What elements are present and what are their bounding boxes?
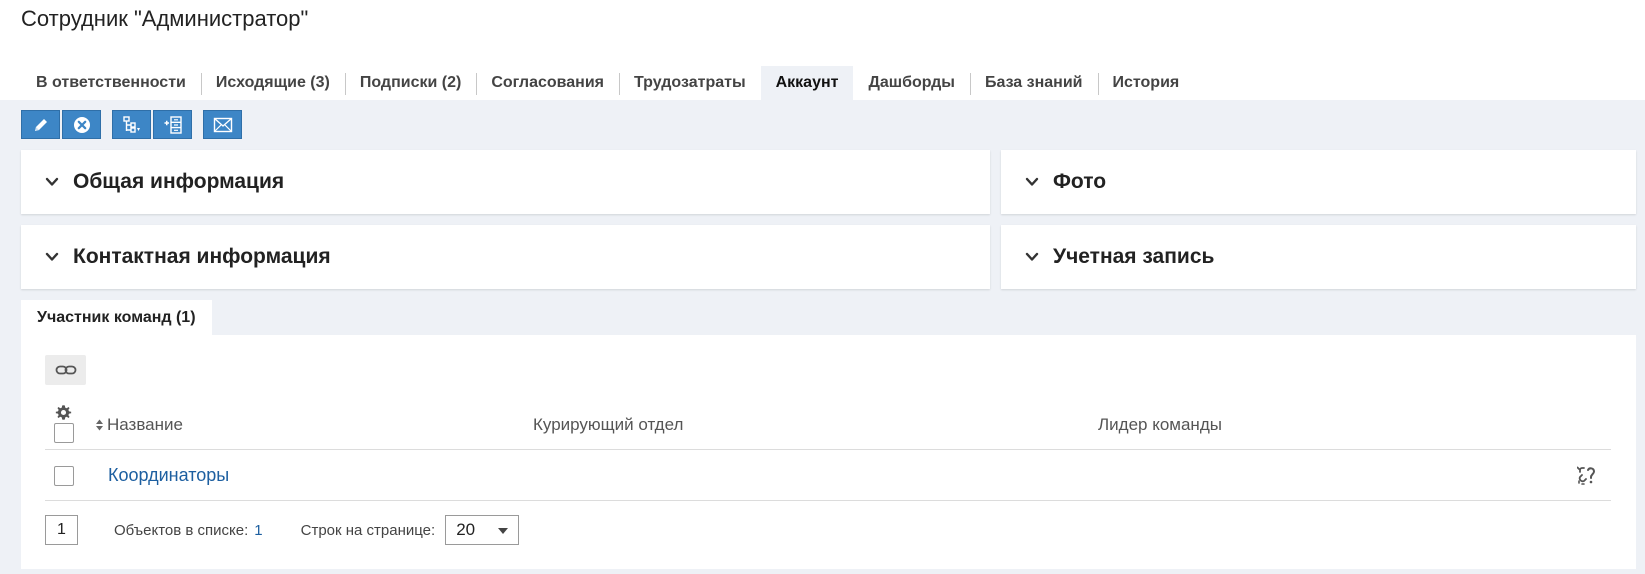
rows-per-page-value: 20 <box>456 520 476 539</box>
table-row: Координаторы <box>45 451 1611 501</box>
row-name-link[interactable]: Координаторы <box>108 465 229 486</box>
mail-icon <box>213 117 232 132</box>
hierarchy-icon <box>122 115 140 133</box>
unlink-icon[interactable] <box>1577 466 1597 486</box>
mail-button-group <box>203 110 242 139</box>
link-button[interactable] <box>45 355 86 385</box>
column-header-name[interactable]: Название <box>95 415 183 435</box>
tab-responsibility[interactable]: В ответственности <box>21 66 201 100</box>
rows-per-page-label: Строк на странице: <box>300 521 436 539</box>
link-icon <box>55 365 76 375</box>
panel-title: Контактная информация <box>73 245 331 268</box>
tab-approvals[interactable]: Согласования <box>476 66 619 100</box>
panel-title: Учетная запись <box>1053 245 1215 268</box>
team-list: Название Курирующий отдел Лидер команды … <box>21 335 1636 569</box>
tab-knowledge-base[interactable]: База знаний <box>969 66 1098 100</box>
page-title: Сотрудник "Администратор" <box>21 6 309 31</box>
page-number[interactable]: 1 <box>45 515 78 545</box>
panel-title: Фото <box>1053 170 1107 193</box>
tab-team-member[interactable]: Участник команд (1) <box>21 300 212 335</box>
sort-icon <box>96 419 103 431</box>
add-to-list-icon <box>164 115 182 134</box>
panel-title: Общая информация <box>73 170 285 193</box>
objects-count-value: 1 <box>254 521 263 539</box>
rows-per-page-select[interactable]: 20 <box>445 515 520 545</box>
cancel-icon <box>73 116 90 133</box>
cancel-button[interactable] <box>62 110 101 139</box>
panel-photo[interactable]: Фото <box>1001 150 1636 214</box>
tab-dashboards[interactable]: Дашборды <box>853 66 969 100</box>
chevron-down-icon <box>1025 177 1039 186</box>
panel-contact-info[interactable]: Контактная информация <box>21 225 990 289</box>
column-header-label: Название <box>107 415 183 434</box>
edit-button-group <box>21 110 101 139</box>
chevron-down-icon <box>1025 252 1039 261</box>
tab-subscriptions[interactable]: Подписки (2) <box>344 66 476 100</box>
send-mail-button[interactable] <box>203 110 242 139</box>
tab-history[interactable]: История <box>1097 66 1195 100</box>
chevron-down-icon <box>45 177 59 186</box>
tab-labor-costs[interactable]: Трудозатраты <box>619 66 761 100</box>
hierarchy-button[interactable] <box>112 110 151 139</box>
add-to-list-button[interactable] <box>153 110 192 139</box>
pencil-icon <box>34 118 47 131</box>
column-header-leader[interactable]: Лидер команды <box>1098 415 1222 435</box>
column-header-dept[interactable]: Курирующий отдел <box>533 415 683 435</box>
structure-button-group <box>112 110 192 139</box>
list-footer: 1 Объектов в списке: 1 Строк на странице… <box>45 515 520 545</box>
table-header: Название Курирующий отдел Лидер команды <box>45 398 1611 450</box>
panel-account[interactable]: Учетная запись <box>1001 225 1636 289</box>
gear-icon[interactable] <box>55 404 72 421</box>
panel-general-info[interactable]: Общая информация <box>21 150 990 214</box>
objects-count-label: Объектов в списке: <box>114 521 249 539</box>
tab-bar: В ответственности Исходящие (3) Подписки… <box>21 66 1194 100</box>
select-all-checkbox[interactable] <box>54 423 74 443</box>
caret-down-icon <box>498 528 509 534</box>
row-checkbox[interactable] <box>54 466 74 486</box>
tab-outgoing[interactable]: Исходящие (3) <box>200 66 345 100</box>
edit-button[interactable] <box>21 110 60 139</box>
chevron-down-icon <box>45 252 59 261</box>
toolbar <box>21 110 242 139</box>
tab-account[interactable]: Аккаунт <box>760 66 854 100</box>
workspace: Общая информация Фото Контактная информа… <box>0 100 1645 574</box>
